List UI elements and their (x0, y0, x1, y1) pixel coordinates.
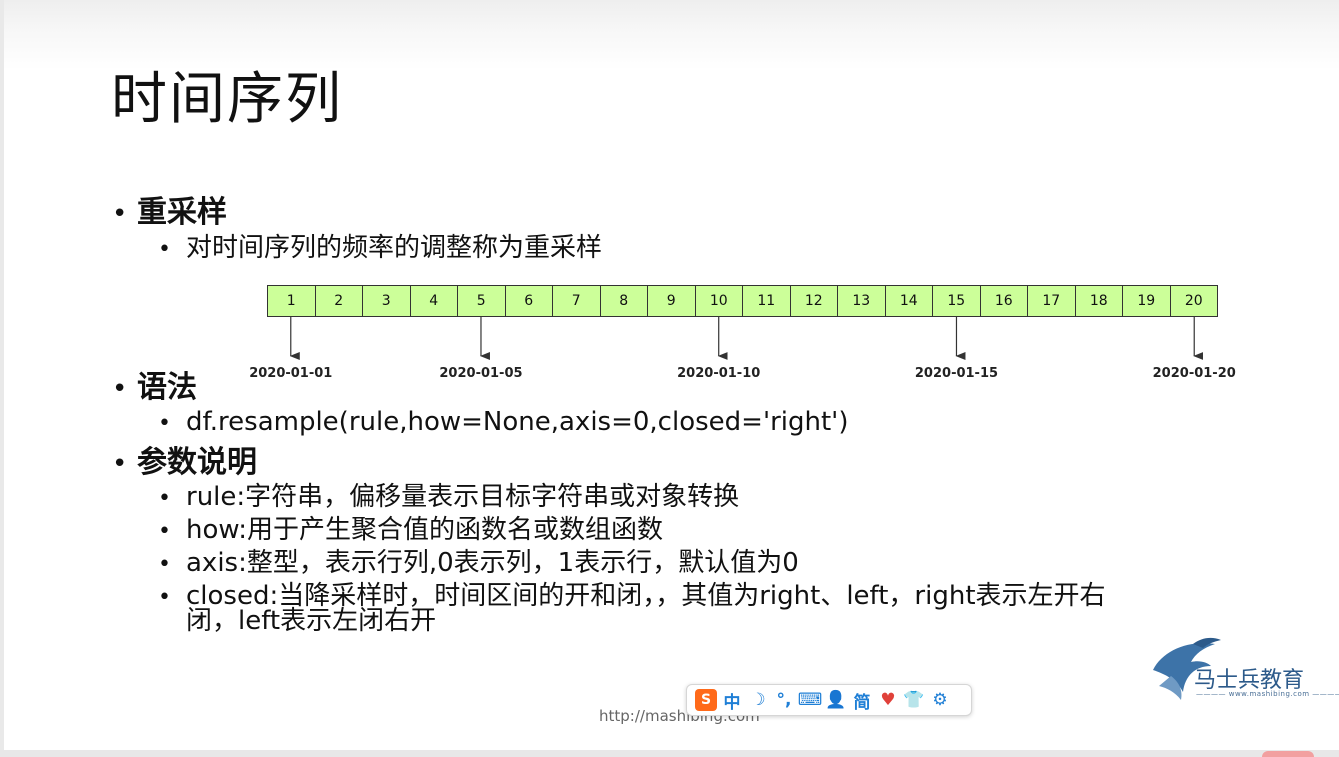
moon-icon[interactable]: ☽ (747, 689, 769, 711)
red-corner-mark (1262, 751, 1314, 757)
gear-icon[interactable]: ⚙ (929, 689, 951, 711)
timeline-cell: 15 (933, 286, 981, 316)
timeline-cell: 3 (363, 286, 411, 316)
simplified-button[interactable]: 简 (851, 689, 873, 713)
timeline-cell: 4 (411, 286, 458, 316)
bottom-strip (0, 750, 1339, 757)
timeline-cell: 6 (506, 286, 553, 316)
bullet-item: • 对时间序列的频率的调整称为重采样 (158, 233, 603, 263)
shirt-icon[interactable]: 👕 (903, 689, 925, 711)
timeline-cell: 14 (886, 286, 933, 316)
timeline-cell: 7 (553, 286, 601, 316)
logo-subtext: ———— www.mashibing.com ———— (1196, 690, 1339, 698)
timeline-cell: 16 (981, 286, 1028, 316)
timeline-cell: 13 (838, 286, 886, 316)
timeline-cell: 10 (696, 286, 743, 316)
sogou-logo-icon[interactable]: S (695, 689, 717, 711)
timeline-cell: 9 (648, 286, 696, 316)
timeline-cell: 5 (458, 286, 506, 316)
date-label: 2020-01-20 (1152, 366, 1236, 381)
chinese-mode-button[interactable]: 中 (721, 689, 743, 713)
user-icon[interactable]: 👤 (825, 689, 847, 711)
bullet-heading-params: • 参数说明 (112, 445, 257, 480)
slide-title: 时间序列 (111, 67, 343, 132)
bullet-item-continuation: 闭，left表示左闭右开 (186, 606, 437, 636)
timeline-cell: 2 (316, 286, 363, 316)
skin-icon[interactable]: ♥ (877, 689, 899, 711)
bullet-heading-syntax: • 语法 (112, 370, 197, 405)
timeline-bar: 1 2 3 4 5 6 7 8 9 10 11 12 13 14 15 16 17 18 19 20 (267, 285, 1218, 317)
timeline-cell: 20 (1184, 293, 1203, 309)
ime-toolbar: S 中 ☽ °, ⌨ 👤 简 ♥ 👕 ⚙ (686, 684, 972, 716)
timeline-cell: 1 (268, 286, 316, 316)
date-label: 2020-01-15 (914, 366, 999, 381)
timeline-cell: 18 (1076, 286, 1123, 316)
timeline-cell: 19 (1123, 286, 1171, 316)
timeline-cell: 8 (601, 286, 648, 316)
punctuation-icon[interactable]: °, (773, 689, 795, 711)
timeline-cell: 12 (791, 286, 838, 316)
timeline-cell: 17 (1028, 286, 1076, 316)
timeline-cell: 11 (743, 286, 791, 316)
keyboard-icon[interactable]: ⌨ (798, 689, 823, 711)
date-label: 2020-01-01 (249, 366, 333, 381)
bullet-item: • axis:整型，表示行列,0表示列，1表示行，默认值为0 (158, 548, 799, 578)
date-label: 2020-01-05 (439, 366, 523, 381)
bullet-item: • df.resample(rule,how=None,axis=0,closed… (158, 407, 849, 437)
bullet-heading-resample: • 重采样 (112, 195, 227, 230)
date-label: 2020-01-10 (677, 366, 761, 381)
bullet-item: • how:用于产生聚合值的函数名或数组函数 (158, 515, 663, 545)
bullet-item: • rule:字符串，偏移量表示目标字符串或对象转换 (158, 482, 740, 512)
slide: 时间序列 • 重采样 • 对时间序列的频率的调整称为重采样 1 2 3 4 5 6 7 8 9 10 1… (0, 0, 1339, 750)
